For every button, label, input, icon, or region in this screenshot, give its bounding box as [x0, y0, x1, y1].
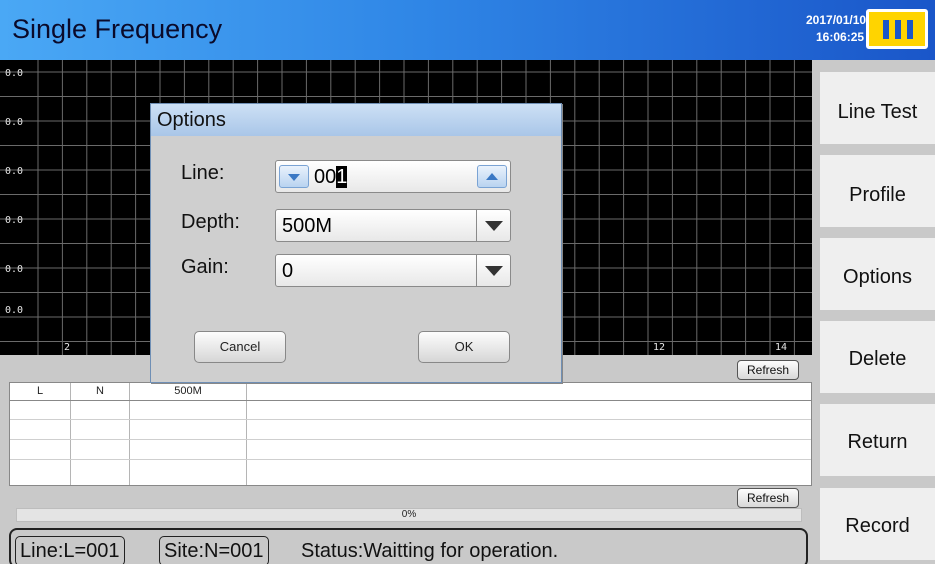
y-tick-label: 0.0	[5, 117, 24, 128]
options-dialog: Options Line: 001 Depth: 500M Gain: 0 Ca…	[150, 103, 562, 383]
x-tick-label: 12	[653, 342, 666, 353]
x-tick-label: 2	[64, 342, 71, 353]
line-spinbox[interactable]: 001	[275, 160, 511, 193]
datetime: 2017/01/10 16:06:25	[806, 12, 866, 46]
page-title: Single Frequency	[12, 14, 223, 44]
gain-select[interactable]: 0	[275, 254, 511, 287]
line-test-button[interactable]: Line Test	[820, 72, 935, 144]
depth-label: Depth:	[181, 211, 240, 233]
y-tick-label: 0.0	[5, 305, 24, 316]
profile-button[interactable]: Profile	[820, 155, 935, 227]
table-refresh-button[interactable]: Refresh	[737, 488, 799, 508]
line-indicator: Line:L=001	[15, 536, 125, 564]
y-tick-label: 0.0	[5, 166, 24, 177]
chart-refresh-button[interactable]: Refresh	[737, 360, 799, 380]
date-text: 2017/01/10	[806, 13, 867, 27]
gain-value: 0	[282, 260, 294, 282]
ok-button[interactable]: OK	[418, 331, 510, 363]
title-bar: Single Frequency 2017/01/10 16:06:25	[0, 0, 935, 60]
column-header-n: N	[96, 385, 104, 397]
status-text: Status:Waitting for operation.	[301, 540, 559, 562]
dropdown-arrow-icon[interactable]	[476, 255, 510, 286]
y-tick-label: 0.0	[5, 215, 24, 226]
progress-text: 0%	[401, 509, 417, 520]
y-tick-label: 0.0	[5, 264, 24, 275]
spin-up-icon[interactable]	[477, 165, 507, 188]
progress-bar: 0%	[16, 508, 802, 522]
line-label: Line:	[181, 162, 225, 184]
y-tick-label: 0.0	[5, 68, 24, 79]
site-indicator: Site:N=001	[159, 536, 269, 564]
dialog-title: Options	[151, 104, 561, 136]
battery-full-icon	[866, 9, 928, 49]
return-button[interactable]: Return	[820, 404, 935, 476]
column-header-l: L	[36, 385, 44, 397]
dropdown-arrow-icon[interactable]	[476, 210, 510, 241]
text-cursor: 1	[336, 166, 348, 188]
record-button[interactable]: Record	[820, 488, 935, 560]
line-value[interactable]: 001	[314, 166, 348, 189]
spin-down-icon[interactable]	[279, 165, 309, 188]
column-header-500m: 500M	[174, 385, 202, 397]
results-table: L N 500M	[9, 382, 812, 486]
depth-select[interactable]: 500M	[275, 209, 511, 242]
x-tick-label: 14	[775, 342, 788, 353]
line-value-text: 00	[314, 166, 337, 188]
time-text: 16:06:25	[816, 30, 865, 44]
status-bar: Line:L=001 Site:N=001 Status:Waitting fo…	[9, 528, 808, 564]
delete-button[interactable]: Delete	[820, 321, 935, 393]
gain-label: Gain:	[181, 256, 229, 278]
cancel-button[interactable]: Cancel	[194, 331, 286, 363]
options-button[interactable]: Options	[820, 238, 935, 310]
depth-value: 500M	[282, 215, 333, 237]
